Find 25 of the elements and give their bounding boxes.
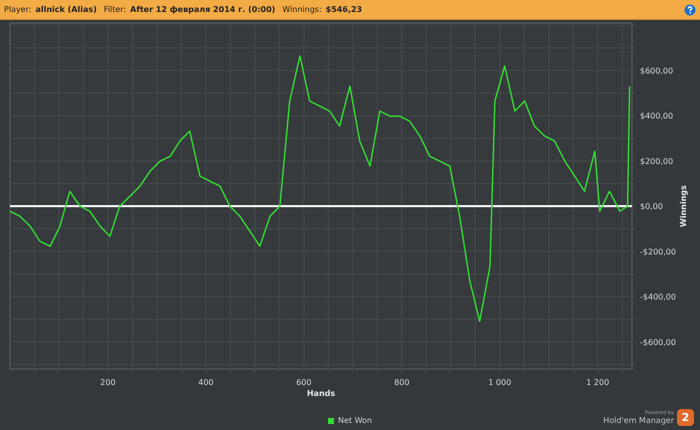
legend-label: Net Won [338, 416, 372, 425]
y-tick-label: -$200,00 [640, 247, 676, 256]
y-tick-label: $200,00 [640, 156, 674, 166]
field-value: $546,23 [326, 5, 362, 14]
y-tick-label: $0,00 [640, 202, 663, 212]
x-tick-label: 1 200 [586, 378, 610, 387]
x-tick-label: 800 [394, 378, 410, 387]
x-tick-label: 1 000 [488, 378, 512, 387]
y-tick-label: -$400,00 [640, 292, 676, 302]
field-value: After 12 февраля 2014 г. (0:00) [130, 5, 276, 14]
field-value: allnick (Alias) [35, 5, 97, 14]
field-label: Filter: [104, 5, 126, 14]
y-tick-label: -$600,00 [640, 338, 676, 347]
y-tick-label: $600,00 [640, 66, 674, 76]
logo-badge: 2 [677, 409, 694, 426]
x-tick-label: 200 [100, 378, 116, 387]
x-axis-title: Hands [306, 389, 336, 398]
help-icon[interactable] [684, 4, 696, 16]
x-tick-label: 600 [296, 378, 312, 387]
field-label: Player: [4, 5, 32, 14]
y-tick-label: $400,00 [640, 112, 674, 121]
y-axis-title: Winnings [679, 185, 688, 228]
field-label: Winnings: [282, 5, 322, 14]
x-tick-label: 400 [198, 378, 214, 387]
product-name: Hold'em Manager [603, 416, 674, 425]
